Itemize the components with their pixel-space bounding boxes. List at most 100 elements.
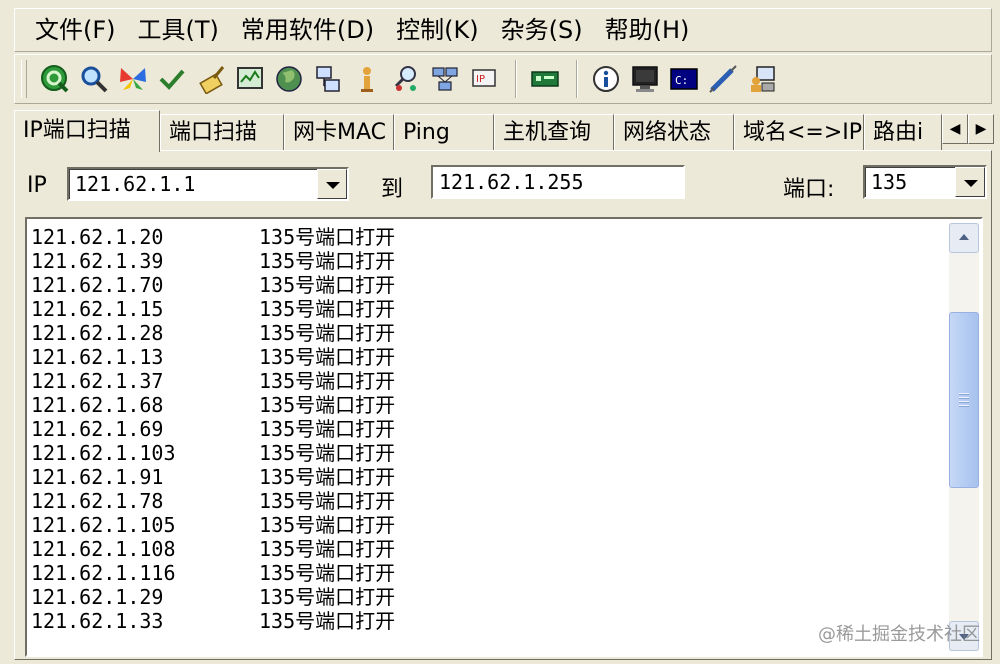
- result-ip: 121.62.1.116: [31, 561, 176, 585]
- checkmark-button[interactable]: [154, 60, 190, 98]
- green-board-icon: [531, 71, 559, 87]
- dropdown-button[interactable]: [317, 169, 347, 199]
- svg-text:C:: C:: [675, 74, 688, 87]
- globe-button[interactable]: [271, 60, 307, 98]
- list-item[interactable]: 121.62.1.37 135号端口打开: [31, 369, 945, 393]
- result-ip: 121.62.1.20: [31, 225, 164, 249]
- syringe-button[interactable]: [705, 60, 741, 98]
- list-item[interactable]: 121.62.1.108 135号端口打开: [31, 537, 945, 561]
- result-status: 135号端口打开: [259, 225, 396, 249]
- list-item[interactable]: 121.62.1.78 135号端口打开: [31, 489, 945, 513]
- result-ip: 121.62.1.91: [31, 465, 164, 489]
- network-computer-button[interactable]: [310, 60, 346, 98]
- list-item[interactable]: 121.62.1.29 135号端口打开: [31, 585, 945, 609]
- result-status: 135号端口打开: [259, 345, 396, 369]
- list-item[interactable]: 121.62.1.68 135号端口打开: [31, 393, 945, 417]
- scan-globe-button[interactable]: [37, 60, 73, 98]
- tab-network-status[interactable]: 网络状态: [614, 114, 734, 150]
- toolbar: IP C:: [14, 54, 992, 104]
- search-users-button[interactable]: [388, 60, 424, 98]
- tab-nic-mac[interactable]: 网卡MAC: [284, 114, 394, 150]
- user-computer-icon: [751, 66, 775, 92]
- results-list[interactable]: 121.62.1.20 135号端口打开 121.62.1.39 135号端口打开 12…: [25, 217, 983, 657]
- monitor-icon: [632, 66, 658, 92]
- vertical-scrollbar[interactable]: [949, 223, 979, 651]
- tab-domain-ip[interactable]: 域名<=>IP: [734, 114, 864, 150]
- tab-route[interactable]: 路由i: [864, 114, 942, 150]
- user-computer-button[interactable]: [744, 60, 780, 98]
- list-item[interactable]: 121.62.1.105 135号端口打开: [31, 513, 945, 537]
- result-status: 135号端口打开: [259, 513, 396, 537]
- result-ip: 121.62.1.37: [31, 369, 164, 393]
- result-status: 135号端口打开: [259, 489, 396, 513]
- magnifier-button[interactable]: [76, 60, 112, 98]
- results-rows: 121.62.1.20 135号端口打开 121.62.1.39 135号端口打开 12…: [31, 225, 945, 633]
- menu-help[interactable]: 帮助(H): [594, 10, 701, 50]
- list-item[interactable]: 121.62.1.70 135号端口打开: [31, 273, 945, 297]
- info-button[interactable]: [588, 60, 624, 98]
- tab-ip-port-scan[interactable]: IP端口扫描: [14, 110, 160, 152]
- ip-from-value: 121.62.1.1: [75, 172, 196, 196]
- list-item[interactable]: 121.62.1.15 135号端口打开: [31, 297, 945, 321]
- menu-tools[interactable]: 工具(T): [127, 10, 230, 50]
- search-users-icon: [394, 66, 416, 91]
- ip-to-field[interactable]: 121.62.1.255: [431, 165, 685, 199]
- list-item[interactable]: 121.62.1.116 135号端口打开: [31, 561, 945, 585]
- list-item[interactable]: 121.62.1.103 135号端口打开: [31, 441, 945, 465]
- result-ip: 121.62.1.39: [31, 249, 164, 273]
- result-status: 135号端口打开: [259, 321, 396, 345]
- menu-control[interactable]: 控制(K): [385, 10, 489, 50]
- list-item[interactable]: 121.62.1.28 135号端口打开: [31, 321, 945, 345]
- list-item[interactable]: 121.62.1.33 135号端口打开: [31, 609, 945, 633]
- menu-file[interactable]: 文件(F): [15, 10, 127, 50]
- console-button[interactable]: C:: [666, 60, 702, 98]
- tab-host-query[interactable]: 主机查询: [494, 114, 614, 150]
- info-circle-icon: [593, 66, 619, 92]
- arrow-left-icon: ◀: [949, 121, 961, 137]
- broom-button[interactable]: [193, 60, 229, 98]
- monitor-chart-button[interactable]: [232, 60, 268, 98]
- result-status: 135号端口打开: [259, 297, 396, 321]
- toolbar-grip[interactable]: [21, 60, 27, 98]
- console-icon: C:: [670, 68, 698, 90]
- result-status: 135号端口打开: [259, 393, 396, 417]
- tab-port-scan[interactable]: 端口扫描: [160, 114, 284, 150]
- result-ip: 121.62.1.13: [31, 345, 164, 369]
- scroll-up-button[interactable]: [949, 223, 979, 253]
- monitor-button[interactable]: [627, 60, 663, 98]
- green-board-button[interactable]: [527, 60, 563, 98]
- magnifier-icon: [81, 66, 108, 93]
- list-item[interactable]: 121.62.1.13 135号端口打开: [31, 345, 945, 369]
- result-status: 135号端口打开: [259, 585, 396, 609]
- info-person-icon: [361, 67, 373, 92]
- menu-misc[interactable]: 杂务(S): [490, 10, 594, 50]
- result-ip: 121.62.1.108: [31, 537, 176, 561]
- butterfly-button[interactable]: [115, 60, 151, 98]
- list-item[interactable]: 121.62.1.20 135号端口打开: [31, 225, 945, 249]
- menu-bar: 文件(F) 工具(T) 常用软件(D) 控制(K) 杂务(S) 帮助(H): [14, 8, 992, 52]
- list-item[interactable]: 121.62.1.39 135号端口打开: [31, 249, 945, 273]
- result-status: 135号端口打开: [259, 369, 396, 393]
- grip-icon: [959, 393, 969, 407]
- port-value: 135: [871, 170, 908, 194]
- dropdown-button[interactable]: [955, 167, 985, 197]
- network-hosts-button[interactable]: [427, 60, 463, 98]
- menu-common-software[interactable]: 常用软件(D): [230, 10, 385, 50]
- result-status: 135号端口打开: [259, 273, 396, 297]
- tab-ping[interactable]: Ping: [394, 114, 494, 150]
- port-combobox[interactable]: 135: [863, 165, 987, 199]
- result-ip: 121.62.1.103: [31, 441, 176, 465]
- list-item[interactable]: 121.62.1.69 135号端口打开: [31, 417, 945, 441]
- toolbar-separator: [576, 60, 578, 98]
- network-card-button[interactable]: IP: [466, 60, 502, 98]
- ip-from-combobox[interactable]: 121.62.1.1: [67, 167, 349, 201]
- network-card-icon: IP: [472, 69, 496, 87]
- scroll-thumb[interactable]: [949, 312, 979, 488]
- tab-scroll-right-button[interactable]: ▶: [968, 114, 994, 144]
- list-item[interactable]: 121.62.1.91 135号端口打开: [31, 465, 945, 489]
- result-status: 135号端口打开: [259, 417, 396, 441]
- info-person-button[interactable]: [349, 60, 385, 98]
- tab-scroll-left-button[interactable]: ◀: [942, 114, 968, 144]
- syringe-icon: [709, 65, 737, 93]
- app-window: 文件(F) 工具(T) 常用软件(D) 控制(K) 杂务(S) 帮助(H) IP…: [0, 0, 1000, 664]
